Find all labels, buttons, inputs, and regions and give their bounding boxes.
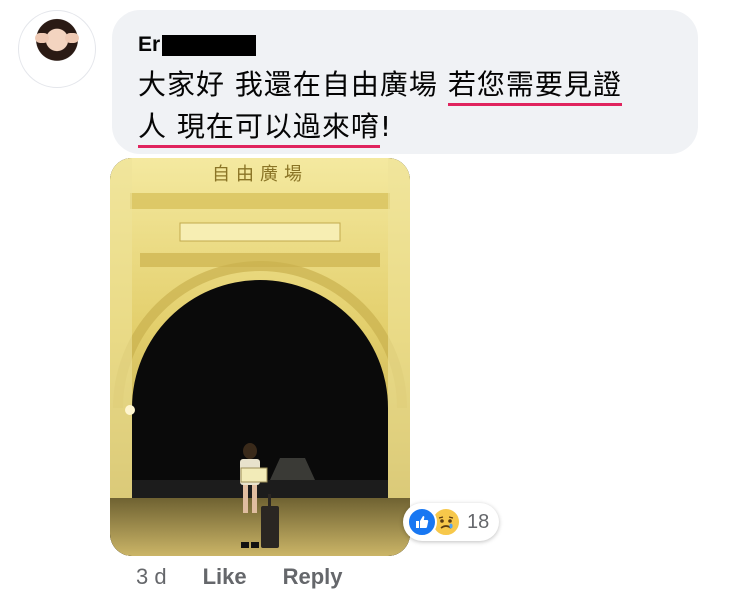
- comment-text-part-1: 大家好 我還在自由廣場: [138, 68, 448, 101]
- lamp-light: [125, 405, 135, 415]
- comment-text-underlined-1: 若您需要見證: [447, 68, 622, 106]
- author-row: Er: [138, 32, 674, 58]
- gate-band-1: [130, 193, 390, 209]
- left-pillar: [110, 158, 132, 498]
- avatar-hand-left: [35, 33, 49, 43]
- comment-text-tail: !: [379, 110, 393, 143]
- comment-text-underlined-2: 人 現在可以過來唷: [138, 110, 380, 148]
- reaction-count: 18: [467, 510, 490, 533]
- author-name[interactable]: Er: [138, 33, 160, 57]
- reaction-summary[interactable]: 18: [403, 503, 499, 541]
- right-pillar: [388, 158, 410, 498]
- redacted-name-bar: [162, 34, 257, 56]
- photo-scene: 自由廣場: [110, 158, 410, 556]
- plaza-ground: [110, 498, 410, 556]
- like-button[interactable]: Like: [203, 564, 247, 590]
- avatar-hand-right: [65, 33, 79, 43]
- comment-text: 大家好 我還在自由廣場 若您需要見證人 現在可以過來唷!: [138, 64, 674, 148]
- comment-photo[interactable]: 自由廣場: [110, 158, 410, 556]
- comment-actions: 3 d Like Reply: [136, 564, 379, 590]
- gate-sign: 自由廣場: [212, 164, 308, 185]
- reply-button[interactable]: Reply: [283, 564, 343, 590]
- gate-panel: [179, 222, 341, 242]
- like-reaction-icon: [407, 507, 437, 537]
- timestamp[interactable]: 3 d: [136, 564, 167, 590]
- distant-skyline: [132, 480, 388, 498]
- comment-bubble: Er 大家好 我還在自由廣場 若您需要見證人 現在可以過來唷!: [112, 10, 698, 154]
- thumbs-up-icon: [416, 516, 429, 528]
- avatar[interactable]: [18, 10, 96, 88]
